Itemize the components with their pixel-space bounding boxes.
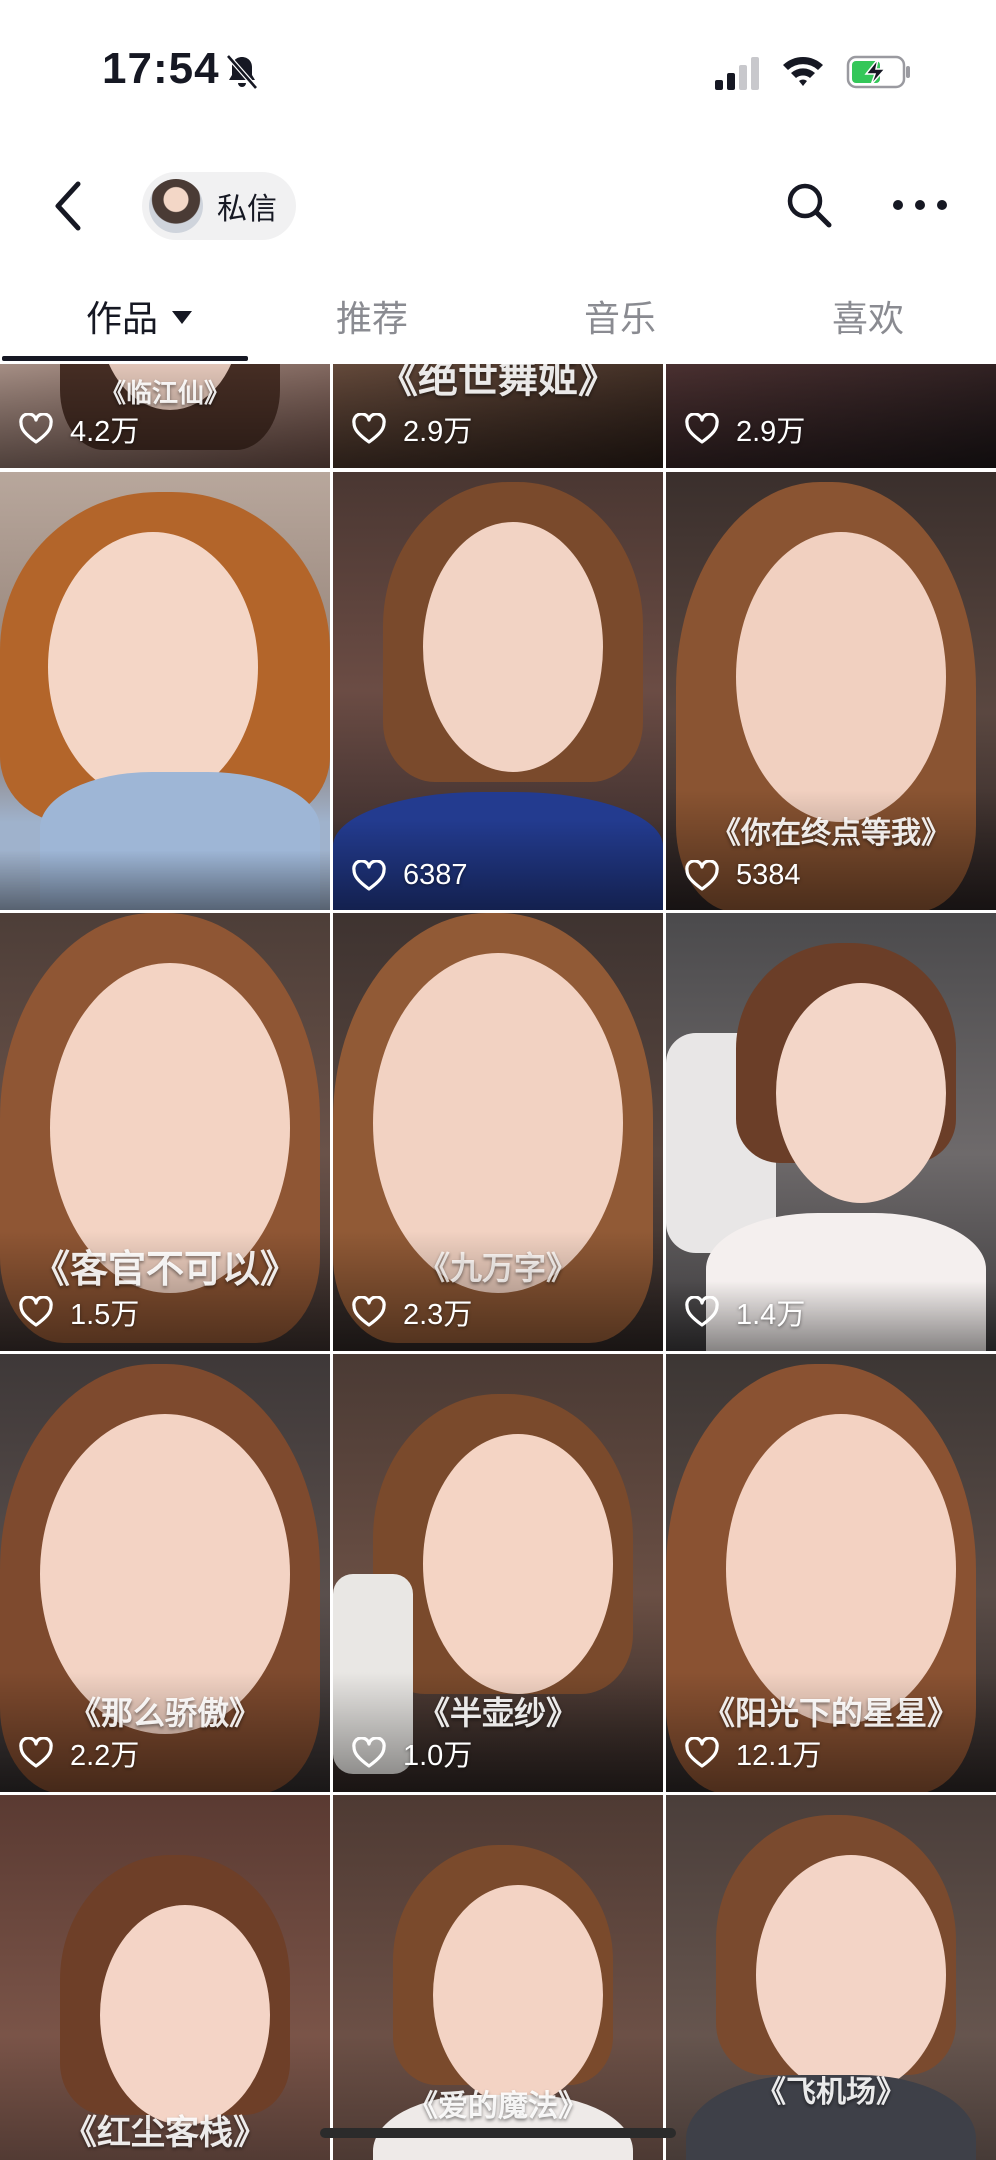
like-count: 1.4万 xyxy=(684,1291,805,1333)
like-count-value: 2.9万 xyxy=(736,416,806,448)
video-thumbnail[interactable]: 《临江仙》 4.2万 xyxy=(0,364,330,468)
like-count-value: 5384 xyxy=(736,859,801,891)
heart-icon xyxy=(19,1296,53,1327)
video-thumbnail[interactable]: 《九万字》 2.3万 xyxy=(333,913,663,1351)
more-options-icon[interactable] xyxy=(890,192,950,218)
like-count-value: 4.2万 xyxy=(70,416,140,448)
tab-works-label: 作品 xyxy=(86,299,159,340)
cellular-signal-icon xyxy=(715,57,759,90)
video-grid: 《临江仙》 4.2万 《绝世舞姬》 2.9万 2.9万 6387 《你在终点等我… xyxy=(0,364,996,2160)
video-caption: 《阳光下的星星》 xyxy=(702,1694,959,1732)
direct-message-button[interactable]: 私信 xyxy=(142,172,296,240)
video-caption: 《临江仙》 xyxy=(99,379,230,409)
video-thumbnail[interactable]: 6387 xyxy=(333,472,663,910)
like-count: 2.9万 xyxy=(684,408,805,450)
status-time: 17:54 xyxy=(102,44,220,93)
like-count: 2.3万 xyxy=(351,1291,472,1333)
video-thumbnail[interactable]: 《那么骄傲》 2.2万 xyxy=(0,1354,330,1792)
battery-charging-icon xyxy=(846,55,910,89)
like-count-value: 1.0万 xyxy=(403,1740,473,1772)
video-thumbnail[interactable]: 《飞机场》 xyxy=(666,1795,996,2160)
video-thumbnail[interactable]: 《爱的魔法》 xyxy=(333,1795,663,2160)
video-caption: 《那么骄傲》 xyxy=(68,1694,261,1732)
heart-icon xyxy=(352,859,386,891)
tab-recommended[interactable]: 推荐 xyxy=(336,290,408,342)
heart-icon xyxy=(685,413,719,444)
like-count-value: 12.1万 xyxy=(736,1740,822,1772)
like-count: 1.0万 xyxy=(351,1732,472,1774)
search-icon[interactable] xyxy=(784,180,834,230)
bell-muted-icon xyxy=(226,54,258,90)
like-count: 2.9万 xyxy=(351,408,472,450)
video-caption: 《红尘客栈》 xyxy=(63,2113,267,2153)
video-thumbnail[interactable]: 《绝世舞姬》 2.9万 xyxy=(333,364,663,468)
like-count: 4.2万 xyxy=(18,408,139,450)
video-caption: 《飞机场》 xyxy=(756,2075,906,2110)
tab-liked[interactable]: 喜欢 xyxy=(832,290,904,342)
video-thumbnail[interactable]: 《你在终点等我》 5384 xyxy=(666,472,996,910)
heart-icon xyxy=(352,1296,386,1327)
like-count: 12.1万 xyxy=(684,1732,821,1774)
like-count: 6387 xyxy=(351,859,468,892)
heart-icon xyxy=(685,1296,719,1327)
like-count: 2.2万 xyxy=(18,1732,139,1774)
video-caption: 《爱的魔法》 xyxy=(408,2089,588,2124)
video-caption: 《九万字》 xyxy=(417,1249,578,1287)
home-indicator xyxy=(320,2128,676,2138)
video-thumbnail[interactable]: 《客官不可以》 1.5万 xyxy=(0,913,330,1351)
video-thumbnail[interactable]: 《半壶纱》 1.0万 xyxy=(333,1354,663,1792)
heart-icon xyxy=(19,413,53,444)
dropdown-triangle-icon xyxy=(172,310,193,324)
heart-icon xyxy=(352,413,386,444)
active-tab-indicator xyxy=(2,356,248,361)
like-count-value: 6387 xyxy=(403,859,468,891)
wifi-icon xyxy=(783,57,823,86)
direct-message-label: 私信 xyxy=(217,192,277,227)
like-count-value: 2.9万 xyxy=(403,416,473,448)
heart-icon xyxy=(352,1737,386,1768)
like-count-value: 2.3万 xyxy=(403,1299,473,1331)
tab-works[interactable]: 作品 xyxy=(86,290,193,342)
video-thumbnail[interactable]: 《阳光下的星星》 12.1万 xyxy=(666,1354,996,1792)
video-caption: 《绝世舞姬》 xyxy=(378,364,618,402)
video-caption: 《客官不可以》 xyxy=(31,1247,298,1291)
tab-music[interactable]: 音乐 xyxy=(584,290,656,342)
like-count: 5384 xyxy=(684,859,801,892)
like-count-value: 2.2万 xyxy=(70,1740,140,1772)
video-caption: 《半壶纱》 xyxy=(417,1694,578,1732)
like-count-value: 1.4万 xyxy=(736,1299,806,1331)
avatar xyxy=(149,179,203,233)
video-thumbnail[interactable]: 1.4万 xyxy=(666,913,996,1351)
status-bar: 17:54 xyxy=(0,0,996,150)
video-thumbnail[interactable] xyxy=(0,472,330,910)
video-thumbnail[interactable]: 2.9万 xyxy=(666,364,996,468)
heart-icon xyxy=(19,1737,53,1768)
like-count: 1.5万 xyxy=(18,1291,139,1333)
video-thumbnail[interactable]: 《红尘客栈》 xyxy=(0,1795,330,2160)
heart-icon xyxy=(685,1737,719,1768)
like-count-value: 1.5万 xyxy=(70,1299,140,1331)
heart-icon xyxy=(685,859,719,891)
video-caption: 《你在终点等我》 xyxy=(711,816,951,851)
back-arrow-icon[interactable] xyxy=(48,178,88,234)
